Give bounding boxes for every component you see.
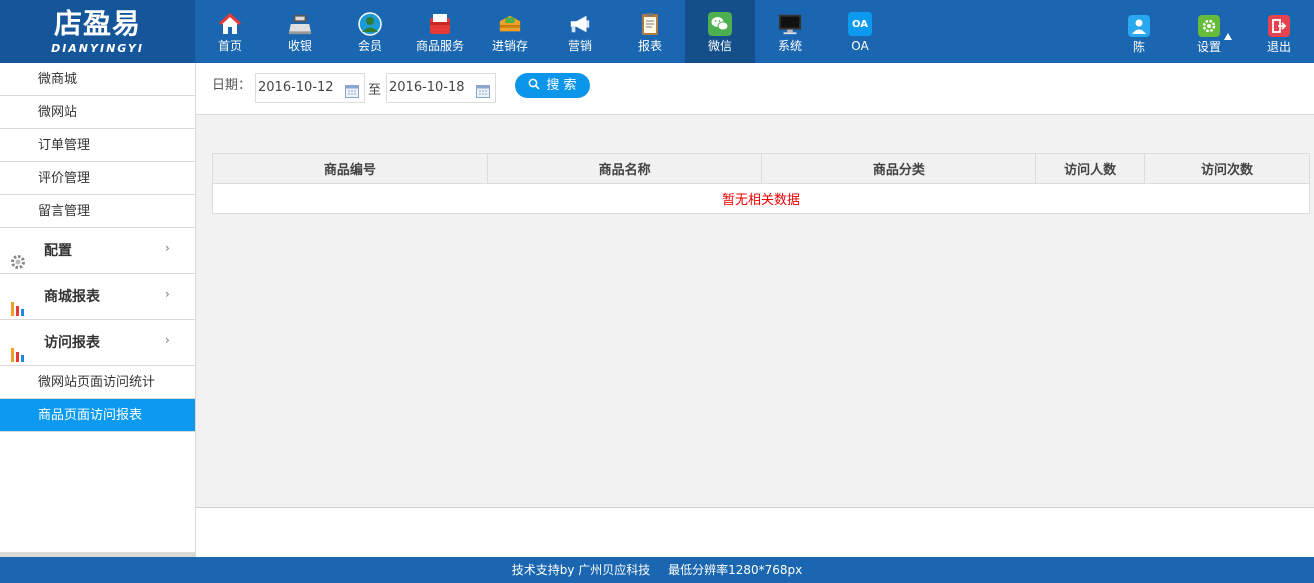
- calendar-icon[interactable]: [476, 81, 490, 98]
- footer-resolution: 最低分辨率1280*768px: [668, 563, 803, 577]
- empty-message: 暂无相关数据: [212, 183, 1310, 214]
- sidebar-item-message-management[interactable]: 留言管理: [0, 195, 195, 228]
- oa-icon-text: OA: [852, 18, 868, 30]
- logo[interactable]: 店盈易 DIANYINGYI: [0, 0, 195, 63]
- home-icon: [218, 12, 242, 36]
- logo-cn: 店盈易: [53, 7, 141, 40]
- right-nav: 陈 设置 退出: [1104, 0, 1314, 63]
- sidebar-group-config[interactable]: 配置 ›: [0, 228, 195, 274]
- sidebar-item-review-management[interactable]: 评价管理: [0, 162, 195, 195]
- logo-en: DIANYINGYI: [51, 42, 144, 55]
- bar-chart-icon: [10, 289, 26, 316]
- search-button[interactable]: 搜 索: [515, 73, 590, 98]
- search-label: 搜 索: [546, 78, 577, 93]
- date-label: 日期：: [212, 78, 252, 93]
- nav-label: 会员: [357, 39, 382, 53]
- sidebar-item-micro-mall[interactable]: 微商城: [0, 63, 195, 96]
- nav-item-inventory[interactable]: 进销存: [475, 0, 545, 63]
- nav-label: 收银: [287, 39, 312, 53]
- start-date-value: 2016-10-12: [258, 80, 334, 95]
- caret-up-icon: [1224, 33, 1232, 40]
- nav-item-oa[interactable]: OA OA: [825, 0, 895, 63]
- nav-item-product-service[interactable]: 商品服务: [405, 0, 475, 63]
- oa-icon: OA: [848, 12, 872, 36]
- chevron-right-icon: ›: [165, 241, 170, 255]
- logout-button[interactable]: 退出: [1244, 0, 1314, 63]
- gear-icon: [10, 243, 26, 269]
- main-nav: 首页 收银 会员 商品服务 进销存 营销 报表 微信 系统 OA OA: [195, 0, 895, 63]
- nav-item-member[interactable]: 会员: [335, 0, 405, 63]
- sidebar: 微商城 微网站 订单管理 评价管理 留言管理 配置 › 商城报表 › 访问报表 …: [0, 63, 196, 557]
- nav-item-wechat[interactable]: 微信: [685, 0, 755, 63]
- sidebar-group-label: 商城报表: [44, 289, 100, 305]
- nav-item-marketing[interactable]: 营销: [545, 0, 615, 63]
- nav-label: 系统: [777, 39, 802, 53]
- nav-label: 进销存: [491, 39, 528, 53]
- nav-item-cashier[interactable]: 收银: [265, 0, 335, 63]
- monitor-icon: [778, 12, 802, 36]
- sidebar-group-label: 访问报表: [44, 335, 100, 351]
- filter-toolbar: 日期： 2016-10-12 至 2016-10-18 搜 索: [196, 63, 1314, 115]
- start-date-input[interactable]: 2016-10-12: [255, 73, 365, 103]
- user-icon: [1128, 15, 1150, 37]
- main-content: 日期： 2016-10-12 至 2016-10-18 搜 索 商品编号 商品名…: [196, 63, 1314, 557]
- table-header-row: 商品编号 商品名称 商品分类 访问人数 访问次数: [212, 153, 1310, 184]
- col-product-category[interactable]: 商品分类: [761, 153, 1037, 184]
- nav-label: 商品服务: [415, 39, 464, 53]
- nav-label: 营销: [567, 39, 592, 53]
- sidebar-item-product-page-visits[interactable]: 商品页面访问报表: [0, 399, 195, 432]
- nav-label: 报表: [637, 39, 662, 53]
- end-date-value: 2016-10-18: [389, 80, 465, 95]
- data-table: 商品编号 商品名称 商品分类 访问人数 访问次数 暂无相关数据: [212, 153, 1310, 214]
- gear-icon: [1198, 15, 1220, 37]
- settings-label: 设置: [1196, 40, 1221, 54]
- product-service-icon: [428, 12, 452, 36]
- nav-label: OA: [851, 39, 869, 53]
- report-icon: [638, 12, 662, 36]
- member-icon: [358, 12, 382, 36]
- sidebar-group-label: 配置: [44, 243, 72, 259]
- sidebar-item-micro-site[interactable]: 微网站: [0, 96, 195, 129]
- sidebar-item-order-management[interactable]: 订单管理: [0, 129, 195, 162]
- sidebar-group-visit-report[interactable]: 访问报表 ›: [0, 320, 195, 366]
- nav-item-report[interactable]: 报表: [615, 0, 685, 63]
- page-footer: 技术支持by 广州贝应科技 最低分辨率1280*768px: [0, 557, 1314, 583]
- search-icon: [529, 78, 540, 90]
- nav-item-system[interactable]: 系统: [755, 0, 825, 63]
- nav-label: 首页: [217, 39, 242, 53]
- sidebar-group-mall-report[interactable]: 商城报表 ›: [0, 274, 195, 320]
- end-date-input[interactable]: 2016-10-18: [386, 73, 496, 103]
- col-product-code[interactable]: 商品编号: [212, 153, 488, 184]
- calendar-icon[interactable]: [345, 81, 359, 98]
- cash-register-icon: [288, 12, 312, 36]
- top-header: 店盈易 DIANYINGYI 首页 收银 会员 商品服务 进销存 营销 报表 微…: [0, 0, 1314, 63]
- logout-label: 退出: [1266, 40, 1291, 54]
- settings-menu[interactable]: 设置: [1174, 0, 1244, 63]
- nav-label: 微信: [707, 39, 732, 53]
- col-product-name[interactable]: 商品名称: [486, 153, 763, 184]
- bar-chart-icon: [10, 335, 26, 362]
- col-visit-count[interactable]: 访问次数: [1144, 153, 1310, 184]
- sidebar-item-site-page-visits[interactable]: 微网站页面访问统计: [0, 366, 195, 399]
- nav-item-home[interactable]: 首页: [195, 0, 265, 63]
- table-row: 暂无相关数据: [212, 183, 1310, 214]
- col-visitor-count[interactable]: 访问人数: [1035, 153, 1146, 184]
- megaphone-icon: [568, 12, 592, 36]
- wechat-icon: [708, 12, 732, 36]
- inventory-icon: [498, 12, 522, 36]
- footer-support: 技术支持by 广州贝应科技: [511, 563, 651, 577]
- chevron-right-icon: ›: [165, 333, 170, 347]
- visits-table: 商品编号 商品名称 商品分类 访问人数 访问次数 暂无相关数据: [212, 153, 1310, 214]
- user-name: 陈: [1132, 40, 1145, 54]
- logout-icon: [1268, 15, 1290, 37]
- chevron-right-icon: ›: [165, 287, 170, 301]
- to-label: 至: [368, 83, 382, 98]
- pagination-bar: [196, 507, 1314, 557]
- user-menu[interactable]: 陈: [1104, 0, 1174, 63]
